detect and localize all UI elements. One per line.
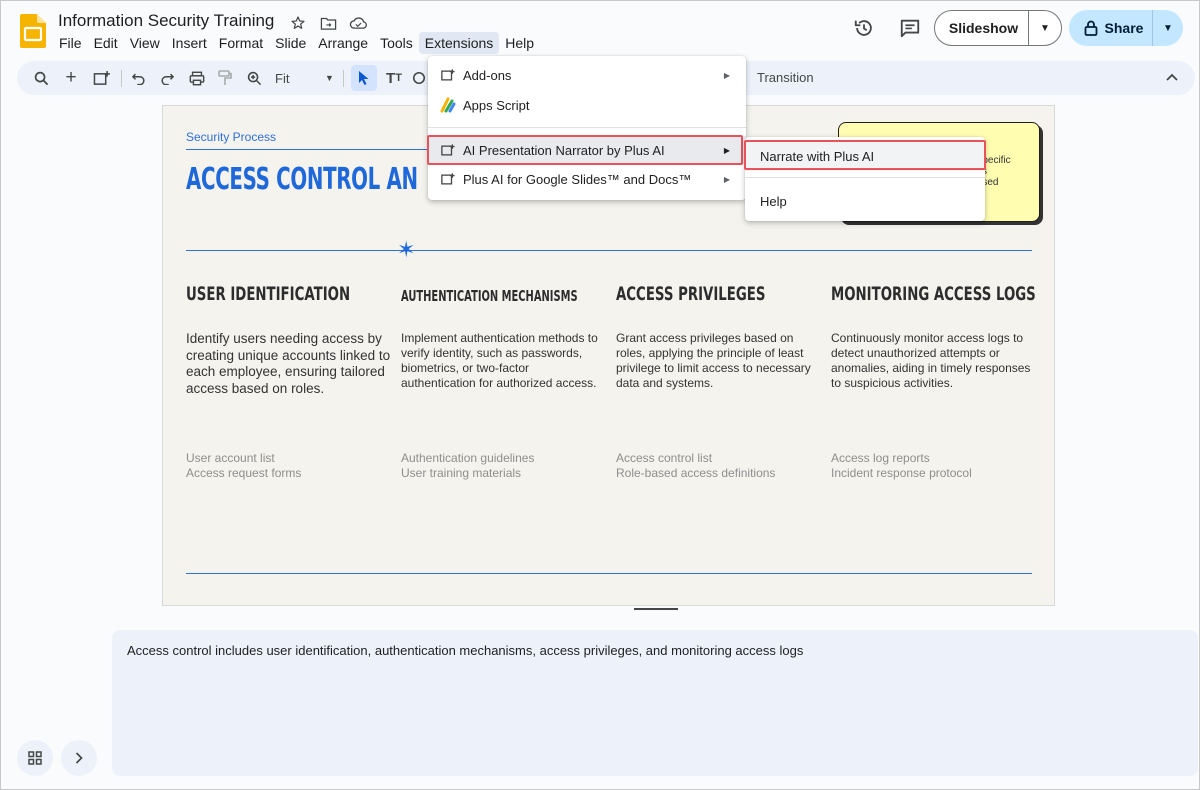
text-box-icon[interactable]: TT: [383, 67, 405, 89]
image-icon[interactable]: [412, 67, 426, 89]
expand-filmstrip-chevron-icon[interactable]: [61, 740, 97, 776]
column-heading: AUTHENTICATION MECHANISMS: [401, 287, 578, 305]
slideshow-options-chevron-icon[interactable]: ▼: [1029, 23, 1061, 34]
menu-view[interactable]: View: [124, 32, 166, 54]
star-icon[interactable]: [288, 13, 308, 33]
share-options-chevron-icon[interactable]: ▼: [1153, 23, 1183, 34]
submenu-arrow-icon: ▶: [723, 174, 730, 184]
section-divider: [186, 250, 1032, 251]
menu-insert[interactable]: Insert: [166, 32, 213, 54]
slides-logo-icon[interactable]: [20, 14, 46, 48]
column-heading: ACCESS PRIVILEGES: [616, 283, 766, 305]
transition-button[interactable]: Transition: [757, 70, 814, 85]
column-body: Implement authentication methods to veri…: [401, 331, 598, 390]
add-ons-icon: [440, 67, 456, 83]
speaker-notes-text[interactable]: Access control includes user identificat…: [127, 643, 803, 658]
column-body: Grant access privileges based on roles, …: [616, 331, 811, 390]
notes-resize-handle[interactable]: [634, 608, 678, 610]
search-menus-icon[interactable]: [31, 67, 51, 89]
add-ons-icon: [440, 142, 456, 158]
select-tool-icon[interactable]: [351, 65, 377, 91]
bottom-divider: [186, 573, 1032, 574]
menu-file[interactable]: File: [53, 32, 88, 54]
menu-help[interactable]: Help: [499, 32, 540, 54]
menu-edit[interactable]: Edit: [88, 32, 124, 54]
app-window: Information Security Training File Edit …: [0, 0, 1200, 790]
menu-item-narrate-with-plus-ai[interactable]: Narrate with Plus AI: [745, 141, 985, 171]
share-button[interactable]: Share: [1069, 20, 1152, 36]
menu-slide[interactable]: Slide: [269, 32, 312, 54]
sparkle-star-icon: ✶: [397, 237, 416, 262]
column-heading: USER IDENTIFICATION: [186, 283, 351, 305]
column-body: Continuously monitor access logs to dete…: [831, 331, 1031, 390]
column-resources: Authentication guidelines User training …: [401, 451, 535, 480]
column-body: Identify users needing access by creatin…: [186, 331, 391, 396]
slideshow-button[interactable]: Slideshow: [935, 20, 1028, 36]
share-label: Share: [1104, 20, 1144, 36]
zoom-value: Fit: [275, 70, 290, 86]
column-user-identification[interactable]: USER IDENTIFICATION Identify users needi…: [186, 283, 391, 481]
narrator-submenu: Narrate with Plus AI Help: [745, 137, 985, 221]
column-resources: Access log reports Incident response pro…: [831, 451, 972, 480]
column-monitoring-access-logs[interactable]: MONITORING ACCESS LOGS Continuously moni…: [831, 283, 1036, 481]
slide-headline[interactable]: ACCESS CONTROL AN: [186, 162, 418, 197]
menu-item-help[interactable]: Help: [745, 186, 985, 216]
redo-icon[interactable]: [157, 67, 177, 89]
comments-icon[interactable]: [898, 16, 922, 40]
paint-format-icon[interactable]: [215, 67, 235, 89]
extensions-menu: Add-ons ▶ Apps Script AI Presentation Na…: [428, 56, 746, 200]
zoom-chevron-icon: ▼: [325, 73, 334, 83]
menu-tools[interactable]: Tools: [374, 32, 419, 54]
submenu-arrow-icon: ▶: [723, 70, 730, 80]
zoom-icon[interactable]: [244, 67, 264, 89]
submenu-arrow-icon: ▶: [723, 145, 730, 155]
slideshow-button-group: Slideshow ▼: [934, 10, 1062, 46]
menu-item-plus-ai[interactable]: Plus AI for Google Slides™ and Docs™ ▶: [428, 165, 746, 193]
menu-item-ai-presentation-narrator[interactable]: AI Presentation Narrator by Plus AI ▶: [428, 136, 746, 164]
menu-item-apps-script[interactable]: Apps Script: [428, 91, 746, 119]
menu-format[interactable]: Format: [213, 32, 269, 54]
document-title[interactable]: Information Security Training: [58, 11, 274, 31]
apps-script-icon: [440, 97, 456, 113]
menu-arrange[interactable]: Arrange: [312, 32, 374, 54]
speaker-notes-panel[interactable]: Access control includes user identificat…: [112, 630, 1198, 776]
move-folder-icon[interactable]: [318, 13, 338, 33]
menu-item-add-ons[interactable]: Add-ons ▶: [428, 61, 746, 89]
new-slide-icon[interactable]: +: [61, 67, 81, 89]
column-resources: Access control list Role-based access de…: [616, 451, 776, 480]
zoom-select[interactable]: Fit ▼: [275, 67, 335, 89]
slide-kicker[interactable]: Security Process: [186, 130, 276, 144]
column-heading: MONITORING ACCESS LOGS: [831, 283, 1036, 305]
cloud-saved-icon[interactable]: [348, 13, 368, 33]
undo-icon[interactable]: [129, 67, 149, 89]
menu-bar: File Edit View Insert Format Slide Arran…: [53, 32, 540, 54]
column-resources: User account list Access request forms: [186, 451, 302, 480]
print-icon[interactable]: [186, 67, 208, 89]
grid-view-icon[interactable]: [17, 740, 53, 776]
column-access-privileges[interactable]: ACCESS PRIVILEGES Grant access privilege…: [616, 283, 821, 481]
collapse-toolbar-chevron-icon[interactable]: [1166, 69, 1178, 84]
version-history-icon[interactable]: [852, 16, 876, 40]
new-slide-layout-icon[interactable]: [90, 67, 112, 89]
add-ons-icon: [440, 171, 456, 187]
menu-extensions[interactable]: Extensions: [418, 32, 500, 54]
column-authentication-mechanisms[interactable]: AUTHENTICATION MECHANISMS Implement auth…: [401, 283, 606, 481]
share-button-group: Share ▼: [1069, 10, 1183, 46]
lock-icon: [1084, 20, 1097, 36]
